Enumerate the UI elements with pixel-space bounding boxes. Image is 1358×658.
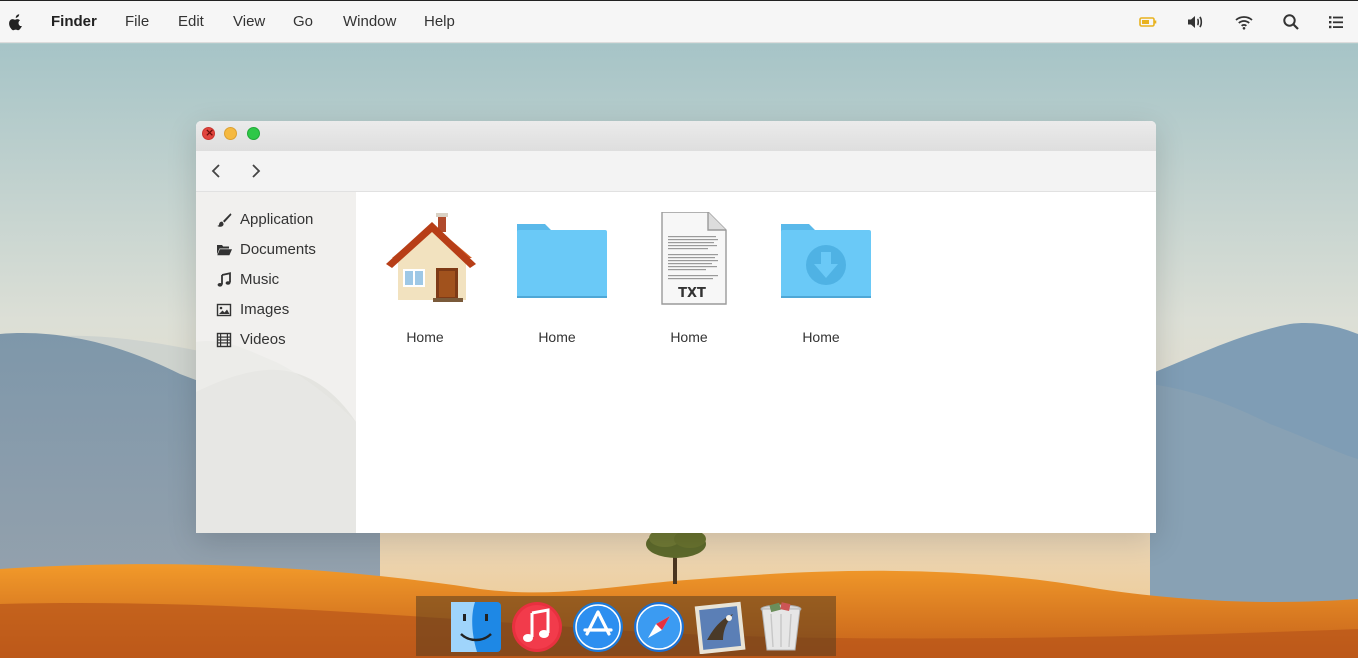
back-button[interactable] (206, 161, 226, 181)
file-name: Home (802, 329, 840, 345)
sidebar: Application Documents Music Images Video… (196, 192, 356, 533)
window-titlebar[interactable] (196, 121, 1156, 151)
downloads-folder-icon (781, 224, 871, 298)
battery-icon[interactable] (1138, 12, 1158, 32)
app-store-icon[interactable] (571, 600, 625, 654)
forward-button[interactable] (246, 161, 266, 181)
file-name: Home (406, 329, 444, 345)
brush-icon (217, 213, 232, 227)
list-icon[interactable] (1326, 12, 1346, 32)
file-item-home-folder[interactable]: Home (502, 212, 612, 345)
sidebar-item-videos[interactable]: Videos (216, 330, 346, 352)
sidebar-item-documents[interactable]: Documents (216, 240, 346, 262)
file-area: Home Home TXT Home Home (356, 192, 1156, 533)
music-icon[interactable] (510, 600, 564, 654)
folder-open-icon (217, 245, 232, 256)
sidebar-item-label: Application (240, 211, 314, 228)
dock (416, 596, 836, 656)
menu-go[interactable]: Go (293, 13, 313, 30)
window-toolbar (196, 151, 1156, 192)
menu-bar: Finder File Edit View Go Window Help (0, 0, 1358, 43)
music-note-icon (217, 272, 231, 287)
menu-help[interactable]: Help (424, 13, 455, 30)
menu-file[interactable]: File (125, 13, 149, 30)
volume-icon[interactable] (1185, 12, 1205, 32)
minimize-button[interactable] (224, 127, 237, 140)
maximize-button[interactable] (247, 127, 260, 140)
sidebar-item-label: Documents (240, 241, 316, 258)
file-name: Home (538, 329, 576, 345)
menu-view[interactable]: View (233, 13, 265, 30)
file-item-home-house[interactable]: Home (370, 212, 480, 345)
search-icon[interactable] (1281, 12, 1301, 32)
file-item-home-txt[interactable]: TXT Home (634, 212, 744, 345)
image-icon (216, 303, 232, 317)
file-item-home-downloads[interactable]: Home (766, 212, 876, 345)
folder-icon (517, 224, 607, 298)
menu-edit[interactable]: Edit (178, 13, 204, 30)
finder-window: Application Documents Music I (196, 121, 1156, 533)
close-button[interactable] (202, 126, 215, 140)
sidebar-item-images[interactable]: Images (216, 300, 346, 322)
film-icon (216, 332, 232, 348)
sidebar-item-label: Videos (240, 331, 286, 348)
sidebar-item-application[interactable]: Application (216, 210, 346, 232)
apple-logo-icon[interactable] (8, 13, 24, 31)
sidebar-item-label: Music (240, 271, 280, 288)
finder-icon[interactable] (449, 600, 503, 654)
menu-window[interactable]: Window (343, 13, 396, 30)
mail-icon[interactable] (693, 600, 747, 654)
txt-badge: TXT (678, 286, 706, 301)
file-name: Home (670, 329, 708, 345)
safari-icon[interactable] (632, 600, 686, 654)
sidebar-item-label: Images (240, 301, 290, 318)
menu-app-finder[interactable]: Finder (51, 13, 97, 30)
house-icon (386, 213, 476, 302)
trash-icon[interactable] (754, 600, 808, 654)
wifi-icon[interactable] (1234, 12, 1254, 32)
sidebar-item-music[interactable]: Music (216, 270, 346, 292)
